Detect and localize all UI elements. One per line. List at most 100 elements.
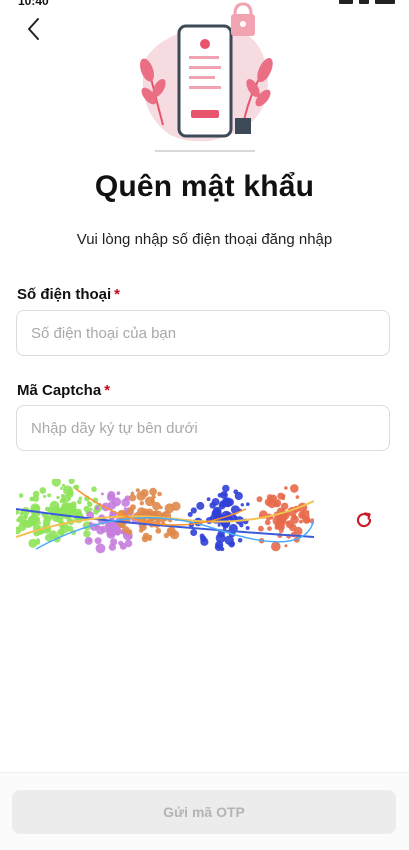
captcha-label: Mã Captcha *: [17, 382, 110, 399]
captcha-noise-dot: [111, 497, 122, 507]
captcha-noise-dot: [27, 519, 36, 527]
captcha-noise-dot: [18, 523, 27, 531]
captcha-noise-dot: [222, 492, 227, 497]
captcha-noise-dot: [126, 507, 134, 515]
captcha-noise-dot: [271, 541, 281, 552]
captcha-noise-dot: [135, 488, 140, 493]
refresh-icon: [356, 512, 372, 528]
captcha-noise-dot: [24, 515, 28, 519]
captcha-noise-dot: [95, 505, 100, 511]
status-time: 10:40: [18, 0, 49, 8]
captcha-noise-dot: [222, 484, 230, 493]
captcha-noise-dot: [28, 538, 38, 548]
captcha-noise-dot: [163, 532, 170, 539]
captcha-noise-dot: [256, 496, 263, 503]
captcha-noise-dot: [43, 494, 47, 499]
chevron-left-icon: [28, 18, 39, 40]
captcha-noise-dot: [200, 535, 207, 543]
captcha-noise-dot: [124, 539, 133, 548]
captcha-noise-dot: [187, 512, 193, 517]
captcha-noise-dot: [116, 491, 121, 496]
captcha-noise-dot: [139, 501, 144, 506]
captcha-noise-dot: [280, 525, 285, 530]
captcha-noise-dot: [237, 538, 243, 543]
captcha-noise-dot: [138, 528, 144, 533]
captcha-noise-dot: [77, 499, 82, 505]
captcha-noise-dot: [84, 536, 93, 545]
captcha-noise-dot: [53, 505, 61, 513]
captcha-noise-dot: [129, 494, 137, 502]
captcha-noise-dot: [91, 486, 97, 492]
captcha-noise-dot: [288, 523, 297, 532]
captcha-noise-dot: [67, 505, 75, 513]
captcha-noise-dot: [151, 494, 156, 499]
send-otp-button[interactable]: Gửi mã OTP: [12, 790, 396, 834]
captcha-noise-dot: [284, 544, 288, 548]
captcha-noise-dot: [171, 501, 181, 511]
captcha-noise-dot: [155, 527, 162, 534]
captcha-noise-dot: [290, 484, 299, 493]
captcha-image: [16, 479, 314, 559]
captcha-noise-dot: [42, 513, 46, 518]
captcha-noise-dot: [264, 519, 271, 526]
captcha-noise-dot: [67, 497, 71, 501]
required-mark: *: [114, 286, 121, 303]
captcha-noise-dot: [246, 502, 250, 506]
captcha-noise-dot: [29, 496, 35, 502]
captcha-noise-dot: [295, 495, 300, 499]
captcha-noise-dot: [18, 493, 24, 498]
captcha-noise-dot: [149, 487, 158, 496]
battery-icon: [375, 0, 395, 4]
wifi-icon: [359, 0, 369, 4]
captcha-noise-dot: [128, 535, 133, 540]
captcha-noise-dot: [245, 526, 250, 530]
status-icons: [339, 0, 395, 4]
captcha-noise-dot: [152, 501, 161, 511]
captcha-noise-dot: [258, 525, 264, 532]
back-button[interactable]: [18, 14, 48, 44]
captcha-noise-dot: [209, 502, 216, 509]
captcha-noise-dot: [61, 483, 66, 488]
captcha-noise-dot: [87, 501, 92, 505]
phone-icon: [177, 24, 233, 138]
captcha-noise-dot: [217, 493, 223, 498]
page-title: Quên mật khẩu: [94, 170, 315, 203]
lock-icon: [231, 2, 255, 36]
phone-label-text: Số điện thoại: [17, 286, 112, 303]
phone-input[interactable]: [16, 310, 390, 356]
captcha-noise-dot: [281, 494, 286, 498]
captcha-noise-dot: [67, 525, 74, 532]
captcha-noise-dot: [67, 488, 74, 496]
captcha-noise-dot: [59, 506, 68, 515]
captcha-noise-dot: [291, 514, 297, 520]
captcha-noise-dot: [284, 486, 288, 490]
captcha-noise-dot: [123, 507, 127, 511]
captcha-noise-dot: [107, 522, 111, 527]
captcha-noise-dot: [89, 507, 93, 512]
required-mark: *: [104, 382, 111, 399]
captcha-noise-dot: [221, 497, 231, 507]
signal-icon: [339, 0, 353, 4]
captcha-noise-dot: [233, 489, 239, 495]
captcha-noise-dot: [214, 543, 223, 552]
captcha-noise-dot: [240, 503, 244, 507]
captcha-noise-dot: [56, 495, 60, 500]
captcha-input[interactable]: [16, 405, 390, 451]
captcha-noise-dot: [100, 492, 104, 496]
captcha-noise-dot: [147, 537, 152, 541]
captcha-noise-dot: [95, 543, 106, 554]
captcha-noise-dot: [100, 525, 108, 533]
captcha-label-text: Mã Captcha: [17, 382, 102, 399]
captcha-noise-dot: [60, 486, 64, 490]
captcha-refresh-button[interactable]: [351, 507, 377, 533]
captcha-noise-dot: [217, 523, 221, 527]
captcha-noise-dot: [136, 491, 146, 501]
captcha-noise-dot: [267, 526, 272, 531]
captcha-noise-dot: [121, 498, 130, 507]
captcha-noise-dot: [220, 519, 230, 528]
captcha-noise-dot: [118, 540, 124, 546]
captcha-noise-dot: [94, 537, 102, 545]
captcha-noise-dot: [157, 491, 162, 497]
captcha-noise-dot: [224, 535, 234, 545]
captcha-noise-dot: [234, 515, 238, 519]
